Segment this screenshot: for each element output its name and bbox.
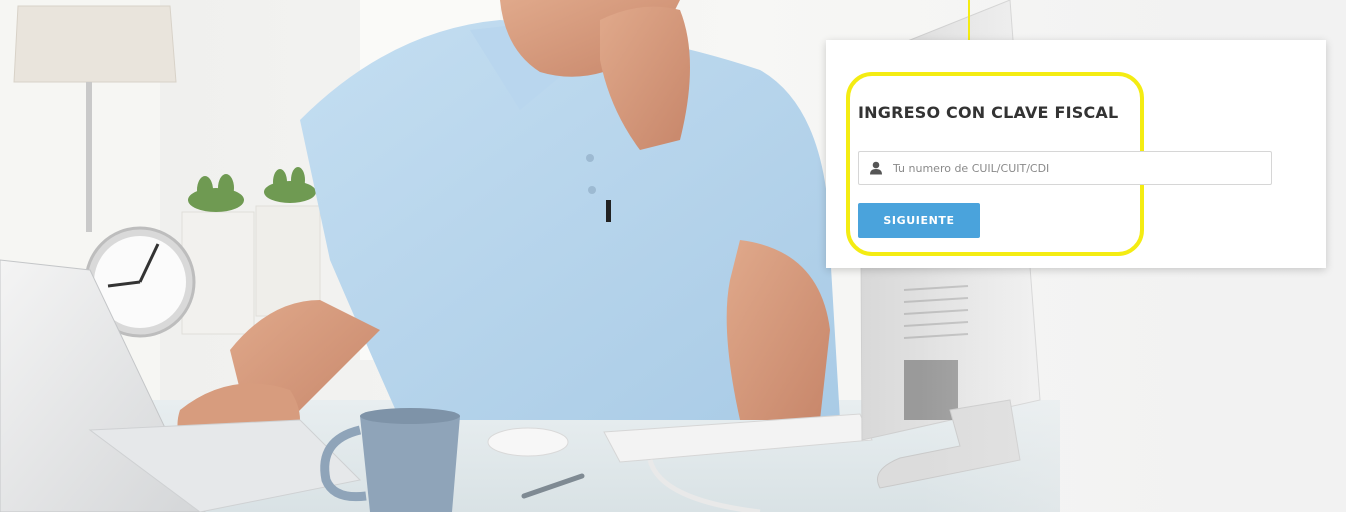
login-card: INGRESO CON CLAVE FISCAL SIGUIENTE <box>826 40 1326 268</box>
id-input-container[interactable] <box>858 151 1272 185</box>
user-icon <box>870 161 882 175</box>
login-title: INGRESO CON CLAVE FISCAL <box>858 103 1119 122</box>
cuil-input[interactable] <box>893 152 1267 184</box>
next-button[interactable]: SIGUIENTE <box>858 203 980 238</box>
